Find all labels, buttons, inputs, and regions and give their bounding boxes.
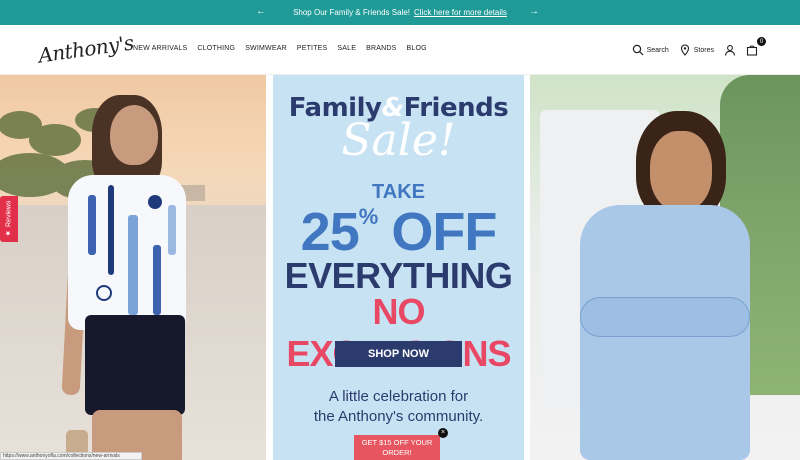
shop-now-button[interactable]: SHOP NOW bbox=[335, 341, 462, 367]
discount-popup-button[interactable]: GET $15 OFF YOUR ORDER! bbox=[354, 435, 440, 460]
hero-image-right[interactable] bbox=[530, 75, 800, 460]
promo-sale: Sale! bbox=[341, 115, 456, 166]
browser-status-url: https://www.anthonyofla.com/collections/… bbox=[0, 452, 142, 460]
promo-off: OFF bbox=[391, 202, 497, 262]
search-button[interactable]: Search bbox=[632, 44, 669, 56]
promo-celebration-line1: A little celebration for bbox=[328, 388, 469, 405]
model-face bbox=[110, 105, 158, 165]
search-label: Search bbox=[646, 46, 669, 54]
search-icon bbox=[632, 44, 644, 56]
promo-banner[interactable]: Family&Friends Sale! TAKE 25% OFF EVERYT… bbox=[273, 75, 524, 460]
announcement-message: Shop Our Family & Friends Sale! Click he… bbox=[293, 8, 507, 17]
promo-percent-sign: % bbox=[358, 204, 379, 229]
popup-line1: GET $15 OFF YOUR bbox=[361, 438, 433, 447]
announcement-text: Shop Our Family & Friends Sale! bbox=[293, 8, 410, 17]
nav-sale[interactable]: SALE bbox=[337, 45, 356, 52]
reviews-tab-label: Reviews bbox=[5, 200, 13, 228]
model-printed-top bbox=[68, 175, 186, 330]
arrow-left-icon[interactable]: ← bbox=[256, 6, 266, 18]
account-button[interactable] bbox=[724, 44, 736, 56]
reviews-tab[interactable]: ★ Reviews bbox=[0, 196, 18, 242]
promo-percent-off: 25% OFF bbox=[273, 201, 524, 263]
site-logo[interactable]: Anthony's bbox=[37, 30, 135, 67]
nav-swimwear[interactable]: SWIMWEAR bbox=[245, 45, 287, 52]
main-nav: NEW ARRIVALS CLOTHING SWIMWEAR PETITES S… bbox=[133, 45, 427, 52]
site-header: Anthony's NEW ARRIVALS CLOTHING SWIMWEAR… bbox=[0, 25, 800, 75]
stores-button[interactable]: Stores bbox=[679, 44, 714, 56]
star-icon: ★ bbox=[5, 229, 12, 238]
shopping-bag-icon bbox=[746, 45, 758, 56]
nav-new-arrivals[interactable]: NEW ARRIVALS bbox=[133, 45, 187, 52]
promo-celebration-text: A little celebration for the Anthony's c… bbox=[273, 387, 524, 427]
popup-line2: ORDER! bbox=[382, 448, 412, 457]
nav-clothing[interactable]: CLOTHING bbox=[197, 45, 235, 52]
header-tools: Search Stores 0 bbox=[632, 37, 766, 57]
model-face bbox=[650, 131, 712, 211]
promo-content: Family&Friends Sale! TAKE 25% OFF EVERYT… bbox=[273, 75, 524, 460]
announcement-bar: ← Shop Our Family & Friends Sale! Click … bbox=[0, 0, 800, 25]
stores-label: Stores bbox=[693, 46, 714, 54]
model-crossed-arms bbox=[580, 297, 750, 337]
nav-brands[interactable]: BRANDS bbox=[366, 45, 396, 52]
nav-petites[interactable]: PETITES bbox=[297, 45, 328, 52]
location-pin-icon bbox=[680, 44, 689, 56]
announcement-link[interactable]: Click here for more details bbox=[414, 8, 507, 17]
hero-image-left[interactable] bbox=[0, 75, 266, 460]
user-icon bbox=[724, 45, 736, 56]
cart-button[interactable]: 0 bbox=[746, 37, 766, 57]
model-shorts bbox=[85, 315, 185, 415]
arrow-right-icon[interactable]: → bbox=[529, 6, 539, 18]
nav-blog[interactable]: BLOG bbox=[407, 45, 427, 52]
close-icon[interactable]: × bbox=[438, 428, 448, 438]
promo-celebration-line2: the Anthony's community. bbox=[313, 408, 484, 425]
promo-percent: 25 bbox=[300, 202, 360, 262]
cart-count-badge: 0 bbox=[757, 37, 766, 46]
